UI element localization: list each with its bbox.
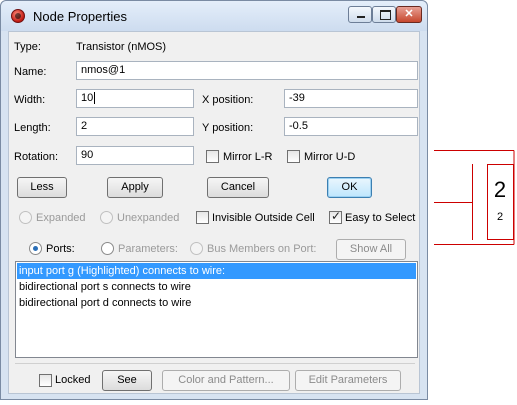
locked-label[interactable]: Locked bbox=[55, 374, 90, 386]
close-icon: ✕ bbox=[404, 8, 414, 20]
x-position-field[interactable]: -39 bbox=[284, 89, 418, 108]
locked-checkbox[interactable] bbox=[39, 374, 52, 387]
expanded-radio[interactable] bbox=[19, 211, 32, 224]
bus-members-label: Bus Members on Port: bbox=[207, 243, 317, 255]
app-icon bbox=[11, 9, 25, 23]
node-label-small: 2 bbox=[497, 211, 503, 223]
node-label-large: 2 bbox=[494, 177, 506, 202]
edit-parameters-button[interactable]: Edit Parameters bbox=[295, 370, 401, 391]
ports-label: Ports: bbox=[46, 243, 75, 255]
width-field[interactable]: 10 bbox=[76, 89, 194, 108]
parameters-label: Parameters: bbox=[118, 243, 178, 255]
ok-button[interactable]: OK bbox=[327, 177, 372, 198]
width-value: 10 bbox=[81, 92, 94, 104]
bus-members-radio[interactable] bbox=[190, 242, 203, 255]
maximize-button[interactable] bbox=[372, 6, 396, 23]
name-field[interactable]: nmos@1 bbox=[76, 61, 418, 80]
mirror-ud-label[interactable]: Mirror U-D bbox=[304, 151, 355, 163]
length-label: Length: bbox=[14, 122, 51, 134]
rotation-field[interactable]: 90 bbox=[76, 146, 194, 165]
maximize-icon bbox=[380, 10, 391, 20]
type-value: Transistor (nMOS) bbox=[76, 41, 167, 53]
expanded-label: Expanded bbox=[36, 212, 86, 224]
color-and-pattern-button[interactable]: Color and Pattern... bbox=[162, 370, 290, 391]
title-bar[interactable]: Node Properties ✕ bbox=[1, 1, 427, 31]
less-button[interactable]: Less bbox=[17, 177, 67, 198]
x-position-label: X position: bbox=[202, 94, 254, 106]
list-item[interactable]: bidirectional port s connects to wire bbox=[17, 279, 416, 295]
parameters-radio[interactable] bbox=[101, 242, 114, 255]
invisible-outside-cell-label[interactable]: Invisible Outside Cell bbox=[212, 212, 315, 224]
name-label: Name: bbox=[14, 66, 47, 78]
width-label: Width: bbox=[14, 94, 46, 106]
y-position-field[interactable]: -0.5 bbox=[284, 117, 418, 136]
see-button[interactable]: See bbox=[102, 370, 152, 391]
dialog-body: Type: Transistor (nMOS) Name: nmos@1 Wid… bbox=[8, 31, 420, 394]
list-item[interactable]: bidirectional port d connects to wire bbox=[17, 295, 416, 311]
minimize-icon bbox=[357, 16, 365, 18]
node-properties-dialog: Node Properties ✕ Type: Transistor (nMOS… bbox=[0, 0, 428, 400]
minimize-button[interactable] bbox=[348, 6, 372, 23]
window-title: Node Properties bbox=[33, 9, 127, 24]
easy-to-select-checkbox[interactable] bbox=[329, 209, 342, 224]
list-item[interactable]: input port g (Highlighted) connects to w… bbox=[17, 263, 416, 279]
divider bbox=[15, 363, 415, 364]
y-position-label: Y position: bbox=[202, 122, 254, 134]
mirror-lr-checkbox[interactable] bbox=[206, 150, 219, 163]
show-all-button[interactable]: Show All bbox=[336, 239, 406, 260]
port-list[interactable]: input port g (Highlighted) connects to w… bbox=[15, 261, 418, 358]
rotation-label: Rotation: bbox=[14, 151, 59, 163]
type-label: Type: bbox=[14, 41, 41, 53]
apply-button[interactable]: Apply bbox=[107, 177, 163, 198]
cancel-button[interactable]: Cancel bbox=[207, 177, 269, 198]
transistor-node-glyph[interactable]: 2 2 bbox=[430, 150, 516, 246]
unexpanded-label: Unexpanded bbox=[117, 212, 180, 224]
unexpanded-radio[interactable] bbox=[100, 211, 113, 224]
ports-radio[interactable] bbox=[29, 242, 42, 255]
close-button[interactable]: ✕ bbox=[396, 6, 422, 23]
invisible-outside-cell-checkbox[interactable] bbox=[196, 211, 209, 224]
length-field[interactable]: 2 bbox=[76, 117, 194, 136]
easy-to-select-label[interactable]: Easy to Select bbox=[345, 212, 415, 224]
mirror-lr-label[interactable]: Mirror L-R bbox=[223, 151, 273, 163]
mirror-ud-checkbox[interactable] bbox=[287, 150, 300, 163]
